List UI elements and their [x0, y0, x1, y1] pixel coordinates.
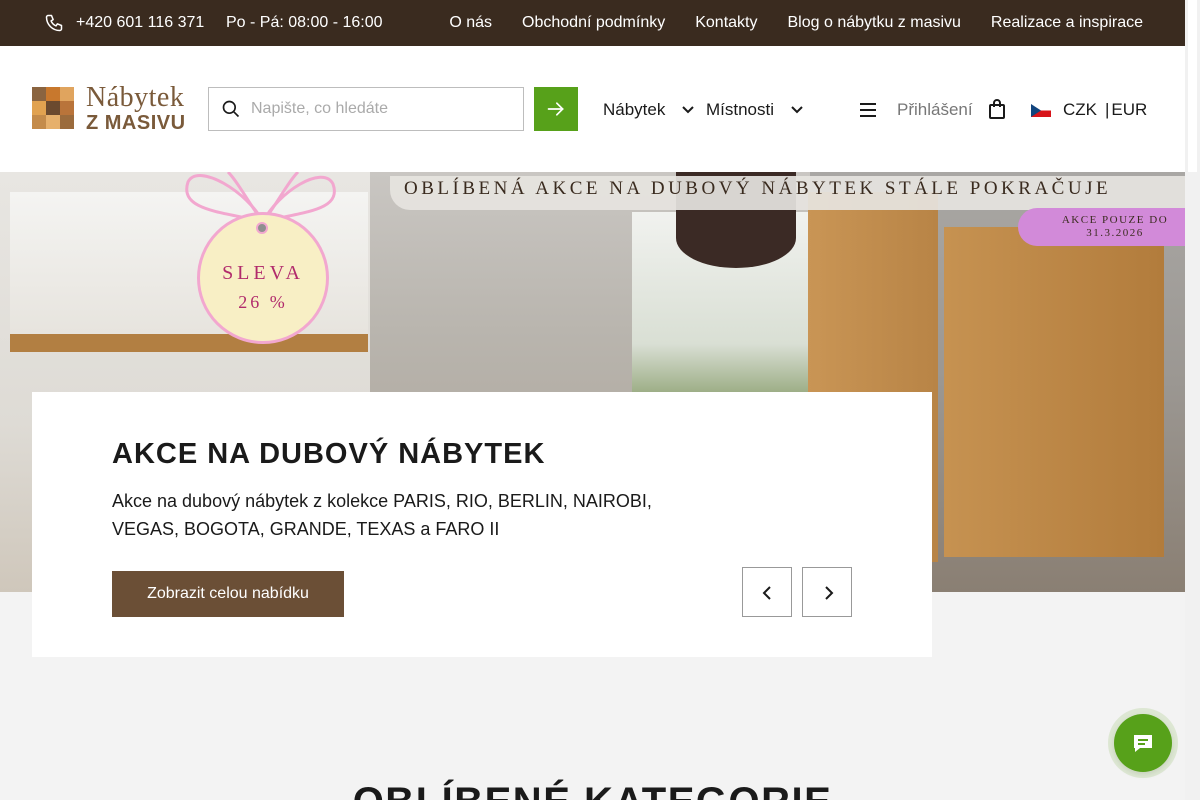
search-box — [208, 87, 524, 131]
phone-number-link[interactable]: +420 601 116 371 — [76, 14, 204, 32]
menu-icon[interactable] — [859, 102, 877, 118]
chevron-left-icon — [762, 586, 771, 600]
slider-prev-button[interactable] — [742, 567, 792, 617]
currency-switcher: CZK | EUR — [1063, 100, 1147, 120]
hero-description: Akce na dubový nábytek z kolekce PARIS, … — [112, 491, 652, 539]
opening-hours: Po - Pá: 08:00 - 16:00 — [226, 14, 383, 31]
hero-headline-text: OBLÍBENÁ AKCE NA DUBOVÝ NÁBYTEK STÁLE PO… — [404, 178, 1112, 199]
hero-title: AKCE NA DUBOVÝ NÁBYTEK — [112, 438, 546, 470]
link-kontakty[interactable]: Kontakty — [695, 14, 757, 32]
chevron-right-icon — [825, 586, 834, 600]
currency-czk[interactable]: CZK — [1063, 100, 1097, 120]
currency-separator: | — [1105, 100, 1110, 119]
chevron-down-icon — [791, 106, 803, 114]
nav-nabytek-label: Nábytek — [603, 100, 666, 119]
view-offer-button[interactable]: Zobrazit celou nabídku — [112, 571, 344, 617]
discount-tag-value: 26 % — [238, 292, 288, 312]
chat-icon — [1134, 735, 1152, 752]
top-bar: +420 601 116 371 Po - Pá: 08:00 - 16:00 … — [0, 0, 1185, 46]
site-logo[interactable]: Nábytek Z MASIVU — [32, 82, 192, 134]
search-submit-button[interactable] — [534, 87, 578, 131]
discount-tag-hole — [256, 222, 268, 234]
login-link[interactable]: Přihlášení — [897, 100, 973, 120]
section-title-categories: OBLÍBENÉ KATEGORIE — [0, 780, 1185, 800]
discount-tag-label: SLEVA — [222, 262, 304, 284]
nav-mistnosti-dropdown[interactable]: Místnosti — [706, 100, 804, 120]
logo-mosaic-icon — [32, 87, 74, 131]
link-blog[interactable]: Blog o nábytku z masivu — [788, 14, 961, 32]
arrow-right-icon — [547, 102, 564, 116]
hero-photo-glass-cabinet — [944, 227, 1164, 557]
search-icon — [222, 100, 240, 118]
slider-next-button[interactable] — [802, 567, 852, 617]
logo-text-line2: Z MASIVU — [86, 112, 186, 134]
main-header: Nábytek Z MASIVU Nábytek Místnosti Přihl… — [0, 46, 1185, 172]
nav-nabytek-dropdown[interactable]: Nábytek — [603, 100, 695, 120]
link-realizace[interactable]: Realizace a inspirace — [991, 14, 1143, 32]
promo-deadline-line1: AKCE POUZE DO — [1061, 214, 1169, 226]
currency-eur[interactable]: EUR — [1111, 100, 1147, 120]
logo-text-line1: Nábytek — [86, 82, 185, 113]
nav-mistnosti-label: Místnosti — [706, 100, 775, 119]
czech-flag-icon — [1031, 104, 1051, 117]
top-links: O nás Obchodní podmínky Kontakty Blog o … — [449, 14, 1143, 32]
promo-deadline-text: AKCE POUZE DO 31.3.2026 — [1040, 214, 1185, 240]
scrollbar-thumb[interactable] — [1188, 0, 1197, 172]
hero-info-card: AKCE NA DUBOVÝ NÁBYTEK Akce na dubový ná… — [32, 392, 932, 657]
link-obchodni-podminky[interactable]: Obchodní podmínky — [522, 14, 665, 32]
chevron-down-icon — [682, 106, 695, 114]
shopping-bag-icon[interactable] — [988, 99, 1006, 119]
chat-button[interactable] — [1114, 714, 1172, 772]
page-scrollbar[interactable] — [1185, 0, 1200, 800]
search-input[interactable] — [251, 88, 521, 130]
promo-deadline-line2: 31.3.2026 — [1086, 227, 1144, 239]
link-o-nas[interactable]: O nás — [449, 14, 492, 32]
phone-icon — [45, 14, 63, 32]
